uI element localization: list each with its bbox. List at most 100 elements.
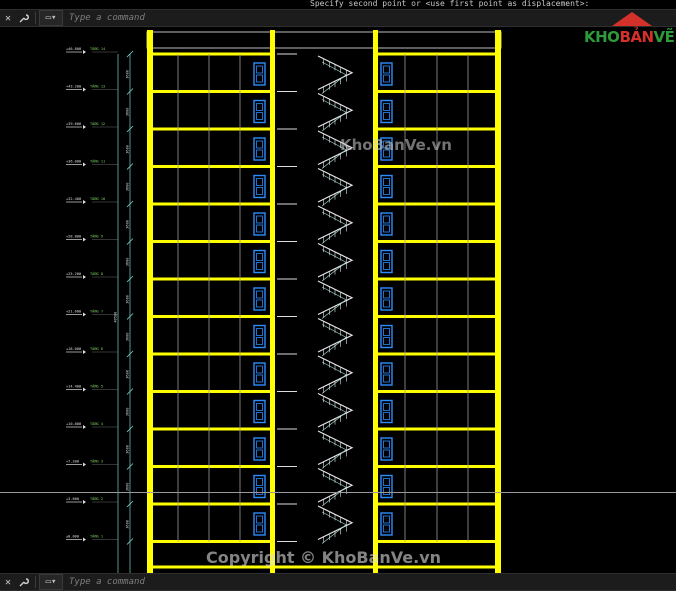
window — [253, 512, 266, 536]
landing-line — [277, 53, 297, 55]
dimension-label: 3600 — [126, 108, 130, 117]
command-line-top[interactable]: ✕ ▭▾ Type a command — [0, 9, 676, 27]
stair-flight — [317, 317, 354, 357]
logo-text: KHOBẢNVẼ — [584, 28, 675, 46]
window — [253, 99, 266, 124]
window — [253, 62, 266, 86]
separator — [35, 12, 36, 24]
stair-flight — [317, 430, 354, 469]
elevation-label: +32.400 — [66, 197, 81, 201]
watermark-bottom: Copyright © KhoBanVe.vn — [206, 548, 442, 567]
landing-line — [277, 91, 297, 92]
level-marker: +3.600 TẦNG 2 — [66, 496, 118, 504]
window — [253, 474, 266, 499]
stair-flight — [317, 55, 354, 94]
elevation-label: +46.800 — [66, 47, 81, 51]
elevation-label: +25.200 — [66, 272, 81, 276]
elevation-label: +39.600 — [66, 122, 81, 126]
window — [380, 287, 393, 311]
level-marker: +32.400 TẦNG 10 — [66, 196, 118, 204]
floor-slab — [147, 127, 275, 131]
level-tag: TẦNG 2 — [90, 496, 103, 501]
command-input[interactable]: Type a command — [69, 577, 676, 587]
floor-slab — [374, 390, 501, 393]
command-prompt-text: Specify second point or <use first point… — [308, 0, 650, 9]
command-history-dropdown[interactable]: ▭▾ — [39, 10, 63, 26]
window — [253, 362, 266, 386]
floor-slab — [374, 352, 501, 356]
crosshair-line — [0, 492, 676, 493]
landing-line — [277, 541, 297, 542]
window — [253, 399, 266, 424]
cad-drawing-canvas[interactable]: +46.800 TẦNG 14 +43.200 TẦNG 13 +39.600 TẦNG … — [0, 26, 676, 573]
window — [380, 399, 393, 424]
floor-slab — [374, 165, 501, 168]
level-marker: +28.800 TẦNG 9 — [66, 234, 118, 242]
window — [380, 362, 393, 386]
window — [253, 212, 266, 236]
stair-flight — [317, 205, 354, 244]
level-tag: TẦNG 10 — [90, 196, 105, 201]
floor-slab — [374, 277, 501, 281]
landing-line — [277, 203, 297, 205]
level-marker: +39.600 TẦNG 12 — [66, 121, 118, 129]
floor-slab — [147, 240, 275, 243]
window — [380, 512, 393, 536]
wrench-icon[interactable] — [16, 10, 32, 26]
level-tag: TẦNG 6 — [90, 346, 103, 351]
floor-slab — [147, 52, 275, 56]
landing-line — [277, 503, 297, 505]
stair-flight — [317, 392, 354, 432]
level-tag: TẦNG 11 — [90, 159, 105, 164]
floor-slab — [374, 540, 501, 543]
elevation-label: +21.600 — [66, 310, 81, 314]
level-tag: TẦNG 1 — [90, 534, 103, 539]
dimension-label: 3600 — [126, 408, 130, 417]
stair-flight — [317, 280, 354, 319]
window — [253, 437, 266, 461]
level-tag: TẦNG 3 — [90, 459, 103, 464]
window — [380, 474, 393, 499]
level-marker: +21.600 TẦNG 7 — [66, 309, 118, 317]
window — [380, 212, 393, 236]
floor-slab — [374, 52, 501, 56]
close-icon[interactable]: ✕ — [0, 10, 16, 26]
dimension-label: 3600 — [126, 70, 130, 79]
floor-slab — [147, 465, 275, 468]
floor-slab — [374, 502, 501, 506]
command-line-bottom[interactable]: ✕ ▭▾ Type a command — [0, 573, 676, 591]
window — [253, 174, 266, 199]
landing-line — [277, 241, 297, 242]
elevation-label: +18.000 — [66, 347, 81, 351]
elevation-label: ±0.000 — [66, 535, 79, 539]
floor-slab — [374, 427, 501, 431]
landing-line — [277, 353, 297, 355]
watermark-center: KhoBanVe.vn — [340, 136, 452, 154]
landing-line — [277, 316, 297, 317]
level-marker: +14.400 TẦNG 5 — [66, 384, 118, 392]
stair-flight — [317, 167, 354, 207]
elevation-label: +14.400 — [66, 385, 81, 389]
level-tag: TẦNG 5 — [90, 384, 103, 389]
window — [380, 99, 393, 124]
dimension-label: 3600 — [126, 220, 130, 229]
level-marker: ±0.000 TẦNG 1 — [66, 534, 118, 542]
window — [380, 62, 393, 86]
floor-slab — [147, 540, 275, 543]
elevation-label: +43.200 — [66, 85, 81, 89]
elevation-label: +7.200 — [66, 460, 79, 464]
level-marker: +36.000 TẦNG 11 — [66, 159, 118, 167]
landing-line — [277, 466, 297, 467]
window — [380, 437, 393, 461]
window — [380, 174, 393, 199]
floor-slab — [374, 202, 501, 206]
elevation-label: +3.600 — [66, 497, 79, 501]
level-tag: TẦNG 13 — [90, 84, 105, 89]
level-tag: TẦNG 12 — [90, 121, 105, 126]
floor-slab — [147, 315, 275, 318]
stair-flight — [317, 355, 354, 394]
dimension-label: 3600 — [126, 258, 130, 267]
level-tag: TẦNG 14 — [90, 46, 105, 51]
dimension-label: 3600 — [126, 183, 130, 192]
elevation-label: +10.800 — [66, 422, 81, 426]
